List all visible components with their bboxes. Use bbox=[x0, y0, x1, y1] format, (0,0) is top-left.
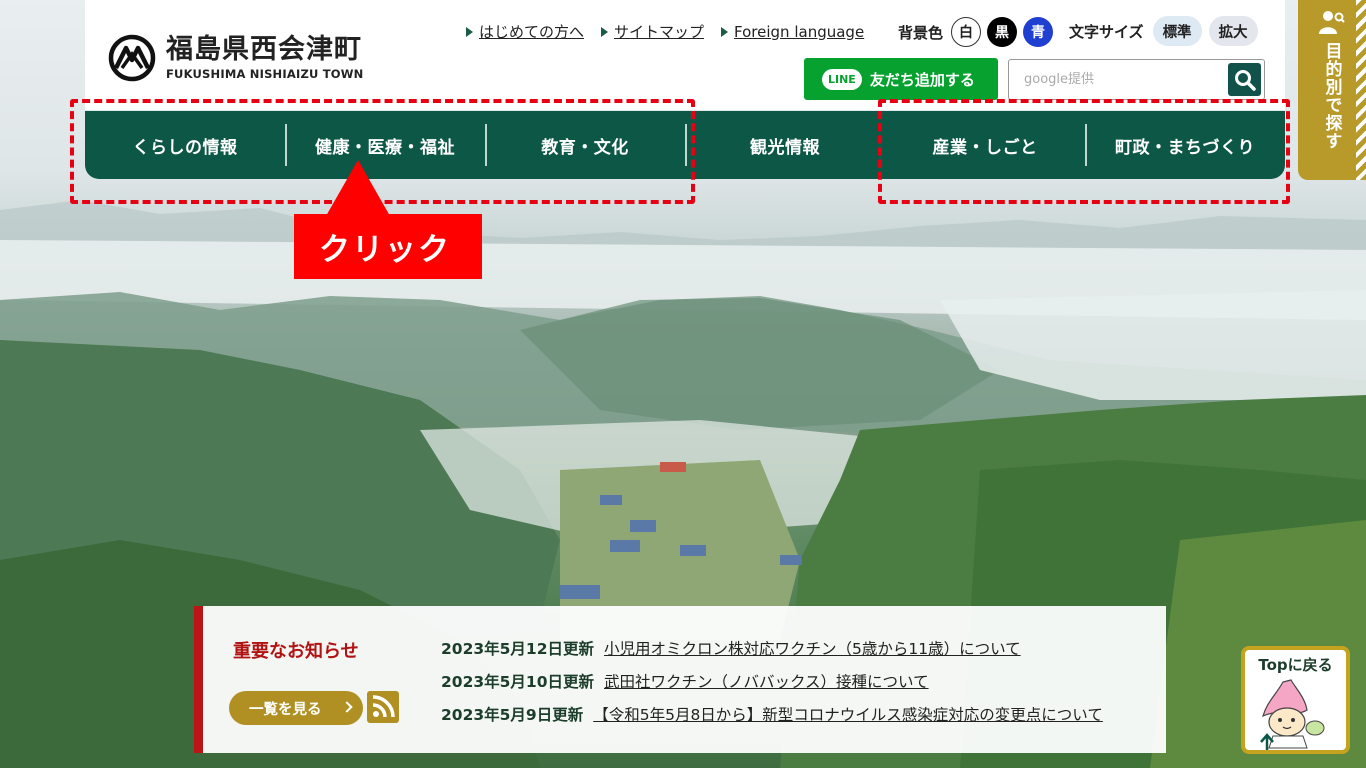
find-by-purpose-tab[interactable]: 目的別で探す bbox=[1298, 0, 1366, 180]
font-large-button[interactable]: 拡大 bbox=[1208, 16, 1258, 46]
nav-tourism[interactable]: 観光情報 bbox=[685, 111, 885, 179]
important-news-title: 重要なお知らせ bbox=[233, 641, 359, 662]
important-news-panel: 重要なお知らせ 一覧を見る 2023年5月12日更新 小児用オミクロン株対応ワク… bbox=[194, 606, 1166, 753]
find-by-purpose-label: 目的別で探す bbox=[1321, 42, 1342, 150]
background-color-label: 背景色 bbox=[898, 23, 944, 42]
utility-links: はじめての方へ サイトマップ Foreign language bbox=[466, 21, 864, 42]
bg-white-button[interactable]: 白 bbox=[951, 17, 982, 47]
font-standard-button[interactable]: 標準 bbox=[1152, 16, 1202, 46]
background-color-switcher: 背景色 白 黒 青 bbox=[898, 17, 1054, 47]
site-search bbox=[1008, 59, 1265, 100]
font-size-label: 文字サイズ bbox=[1069, 22, 1144, 41]
site-name-jp: 福島県西会津町 bbox=[166, 33, 362, 65]
triangle-icon bbox=[466, 26, 473, 37]
news-link[interactable]: 小児用オミクロン株対応ワクチン（5歳から11歳）について bbox=[604, 637, 1021, 659]
first-time-link[interactable]: はじめての方へ bbox=[466, 21, 584, 42]
news-date: 2023年5月9日更新 bbox=[441, 706, 584, 724]
news-item: 2023年5月9日更新 【令和5年5月8日から】新型コロナウイルス感染症対応の変… bbox=[441, 703, 1103, 736]
person-search-icon bbox=[1319, 11, 1345, 34]
bg-black-button[interactable]: 黒 bbox=[987, 17, 1018, 47]
search-icon bbox=[1234, 69, 1256, 91]
news-link[interactable]: 【令和5年5月8日から】新型コロナウイルス感染症対応の変更点について bbox=[593, 703, 1103, 725]
site-name-en: FUKUSHIMA NISHIAIZU TOWN bbox=[166, 67, 364, 82]
news-date: 2023年5月12日更新 bbox=[441, 640, 594, 658]
search-input[interactable] bbox=[1009, 60, 1224, 99]
highlight-box-right bbox=[878, 99, 1290, 204]
news-item: 2023年5月10日更新 武田社ワクチン（ノババックス）接種について bbox=[441, 670, 1103, 703]
click-callout: クリック bbox=[294, 214, 482, 279]
bg-blue-button[interactable]: 青 bbox=[1023, 17, 1054, 47]
sitemap-link[interactable]: サイトマップ bbox=[601, 21, 704, 42]
news-item: 2023年5月12日更新 小児用オミクロン株対応ワクチン（5歳から11歳）につい… bbox=[441, 637, 1103, 670]
news-list: 2023年5月12日更新 小児用オミクロン株対応ワクチン（5歳から11歳）につい… bbox=[441, 637, 1103, 736]
news-link[interactable]: 武田社ワクチン（ノババックス）接種について bbox=[604, 670, 929, 692]
callout-arrow-icon bbox=[326, 160, 390, 216]
line-logo-icon: LINE bbox=[822, 68, 862, 90]
rss-icon[interactable] bbox=[367, 691, 399, 723]
site-logo[interactable]: 福島県西会津町 FUKUSHIMA NISHIAIZU TOWN bbox=[108, 34, 363, 82]
mascot-character-icon bbox=[1260, 679, 1325, 750]
stripe-decoration bbox=[1356, 0, 1366, 180]
back-to-top-button[interactable]: Topに戻る bbox=[1241, 646, 1350, 754]
search-button[interactable] bbox=[1228, 63, 1261, 96]
news-date: 2023年5月10日更新 bbox=[441, 673, 594, 691]
line-add-friend-button[interactable]: LINE 友だち追加する bbox=[804, 58, 998, 100]
foreign-language-link[interactable]: Foreign language bbox=[721, 21, 864, 42]
news-list-button[interactable]: 一覧を見る bbox=[229, 691, 363, 725]
town-emblem-icon bbox=[108, 34, 156, 82]
triangle-icon bbox=[601, 26, 609, 37]
triangle-icon bbox=[721, 26, 729, 37]
font-size-switcher: 文字サイズ 標準 拡大 bbox=[1069, 16, 1258, 46]
chevron-right-icon bbox=[341, 701, 353, 713]
line-button-label: 友だち追加する bbox=[869, 70, 975, 89]
